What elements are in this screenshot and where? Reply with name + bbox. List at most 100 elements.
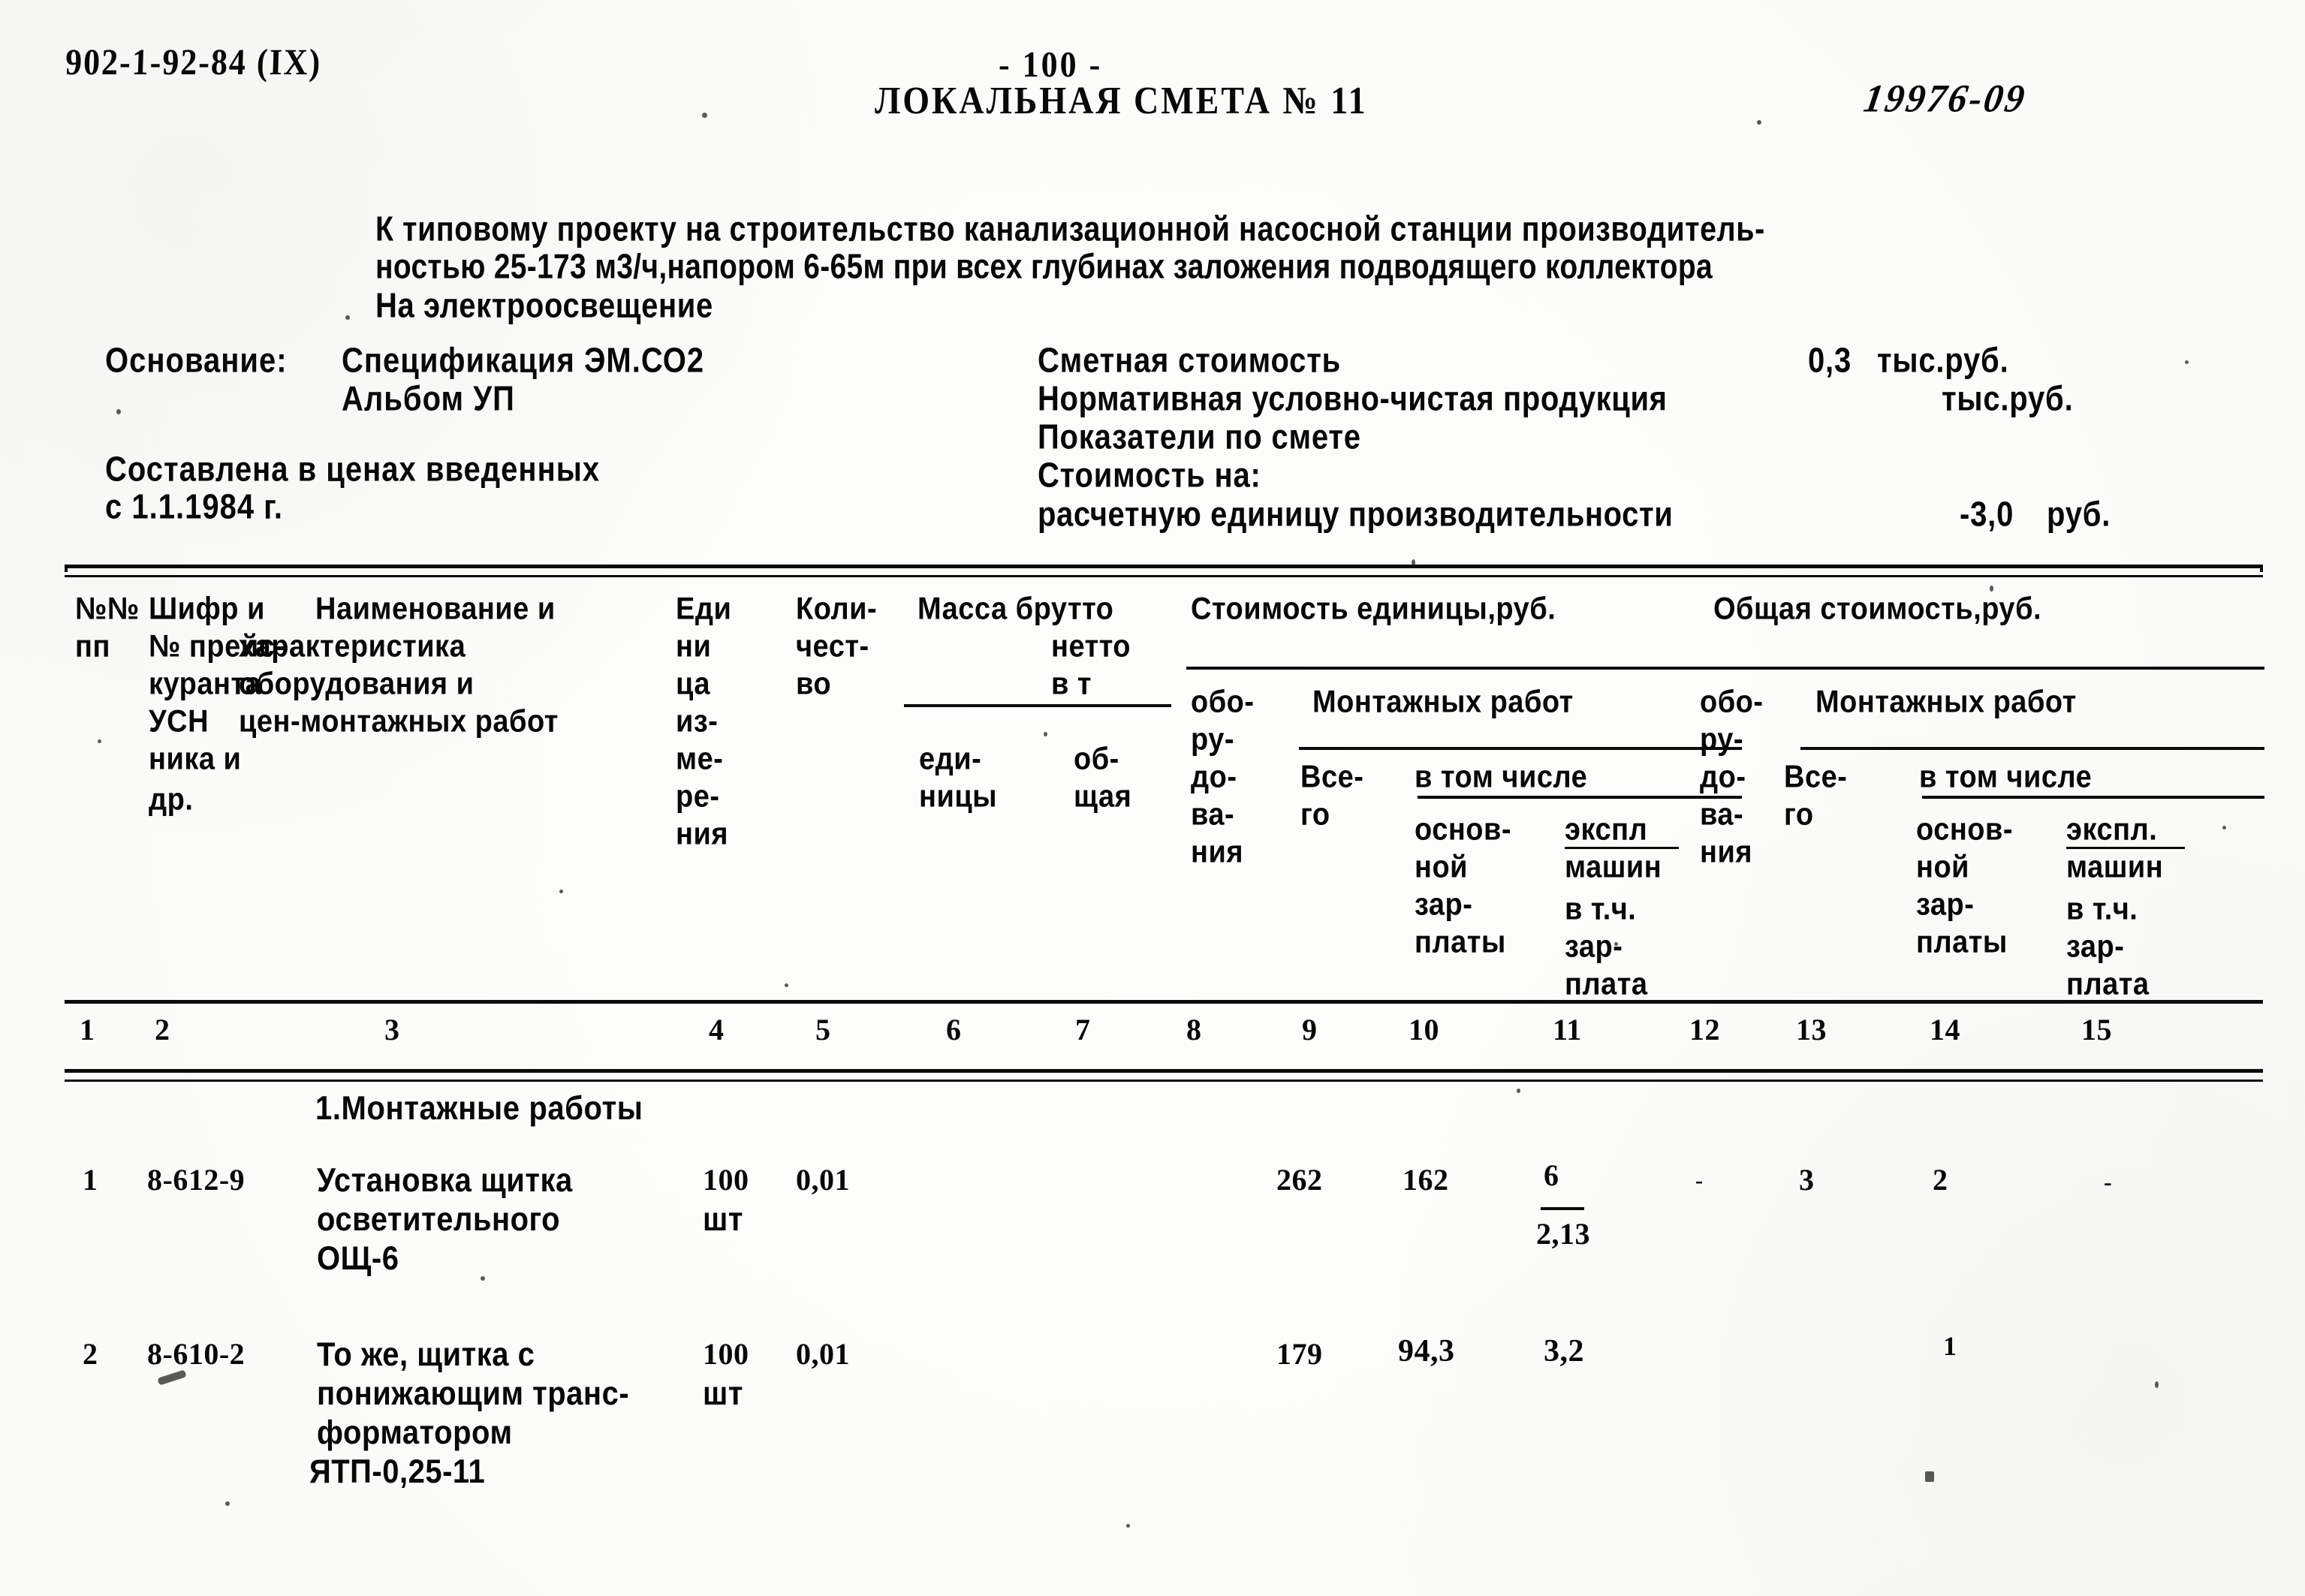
header-col9-line1: го xyxy=(1300,797,1330,833)
total-cost-group-rule xyxy=(1709,667,2264,670)
header-subgroup-total: в том числе xyxy=(1919,760,2093,795)
row-1-col14: 1 xyxy=(1943,1331,1957,1361)
header-col10-line3: платы xyxy=(1415,925,1506,960)
header-col15-line3: зар- xyxy=(2066,929,2125,965)
header-col13-line0: Все- xyxy=(1784,760,1848,795)
stamp-number: 19976-09 xyxy=(1861,76,2030,120)
header-mount-unit-group: Монтажных работ xyxy=(1312,685,1574,720)
header-col3-line1: характеристика xyxy=(239,629,466,664)
row-1-col3-line2: форматором xyxy=(317,1414,513,1452)
header-col6-line0: еди- xyxy=(919,742,982,777)
row-0-col3-line2: ОЩ-6 xyxy=(317,1240,399,1278)
header-col5-line2: во xyxy=(796,667,832,702)
row-0-col13: 3 xyxy=(1799,1163,1815,1197)
header-col11-line1: машин xyxy=(1565,850,1662,885)
row-1-col4-line0: 100 xyxy=(703,1337,749,1371)
colnum-8: 8 xyxy=(1186,1013,1202,1046)
row-0-col1: 1 xyxy=(83,1163,98,1197)
in-which-unit-rule xyxy=(1418,796,1742,799)
row-0-col14: 2 xyxy=(1933,1163,1948,1197)
header-col4-line5: ре- xyxy=(676,779,720,815)
row-1-col2: 8-610-2 xyxy=(147,1337,246,1371)
series-code: 902-1-92-84 (IX) xyxy=(65,41,323,83)
row-0-col5: 0,01 xyxy=(796,1163,850,1197)
summary-label-2: Показатели по смете xyxy=(1038,418,1361,456)
header-col11-line3: зар- xyxy=(1565,929,1623,965)
colnum-12: 12 xyxy=(1689,1013,1720,1046)
section-title: 1.Монтажные работы xyxy=(315,1090,643,1128)
header-col6-line1: ницы xyxy=(919,779,998,815)
basis-album: Альбом УП xyxy=(342,380,515,418)
header-col8-line1: ру- xyxy=(1191,722,1234,757)
mass-group-rule xyxy=(904,704,1171,707)
colnum-7: 7 xyxy=(1075,1013,1091,1046)
row-1-col1: 2 xyxy=(83,1337,98,1371)
header-col1-line1: пп xyxy=(75,629,110,664)
summary-label-1: Нормативная условно-чистая продукция xyxy=(1038,380,1668,418)
header-col12-line1: ру- xyxy=(1700,722,1743,757)
colnum-10: 10 xyxy=(1409,1013,1439,1046)
summary-unit-1: тыс.руб. xyxy=(1942,380,2074,418)
header-col10-line0: основ- xyxy=(1415,812,1512,848)
colnum-9: 9 xyxy=(1302,1013,1318,1046)
header-col14-line1: ной xyxy=(1916,850,1970,885)
summary-label-4: расчетную единицу производительности xyxy=(1038,495,1674,534)
header-subgroup-unit: в том числе xyxy=(1415,760,1588,795)
colnum-top-rule xyxy=(65,1000,2263,1004)
summary-label-3: Стоимость на: xyxy=(1038,456,1261,495)
header-col13-line1: го xyxy=(1784,797,1814,833)
summary-unit-4: руб. xyxy=(2047,495,2111,534)
row-0-col11-fraction-bar xyxy=(1541,1207,1584,1210)
in-which-total-rule xyxy=(1922,796,2264,799)
header-col4-line4: ме- xyxy=(676,742,724,777)
row-0-col2: 8-612-9 xyxy=(147,1163,246,1197)
header-col11-line4: плата xyxy=(1565,967,1648,1002)
colnum-3: 3 xyxy=(384,1013,400,1046)
header-col12-line0: обо- xyxy=(1700,685,1764,720)
summary-value-4: -3,0 xyxy=(1960,495,2014,534)
colnum-bottom-rule xyxy=(65,1069,2263,1073)
row-1-col3-line1: понижающим транс- xyxy=(317,1375,630,1413)
basis-label: Основание: xyxy=(105,342,288,380)
header-col2-line0: Шифр и xyxy=(149,592,265,627)
row-1-col11: 3,2 xyxy=(1544,1334,1584,1369)
header-col7-line0: об- xyxy=(1074,742,1119,777)
row-0-col11-numerator: 6 xyxy=(1544,1158,1559,1192)
header-mass-group-line2: в т xyxy=(1051,667,1092,702)
mount-total-rule xyxy=(1800,747,2264,750)
header-col10-line2: зар- xyxy=(1415,887,1473,923)
row-0-col10: 162 xyxy=(1403,1163,1449,1197)
header-col12-line2: до- xyxy=(1700,760,1746,795)
header-col4-line3: из- xyxy=(676,704,719,739)
row-0-col4-line1: шт xyxy=(703,1201,743,1239)
header-col14-line3: платы xyxy=(1916,925,2008,960)
row-0-col15: - xyxy=(2104,1168,2113,1195)
row-1-col10: 94,3 xyxy=(1398,1334,1455,1369)
prices-intro-line-2: с 1.1.1984 г. xyxy=(105,488,283,526)
row-0-col3-line1: осветительного xyxy=(317,1201,561,1239)
row-1-col3-line3: ЯТП-0,25-11 xyxy=(309,1453,486,1491)
header-col15-line1: машин xyxy=(2066,850,2164,885)
header-col8-line0: обо- xyxy=(1191,685,1255,720)
header-col15-line2: в т.ч. xyxy=(2066,892,2138,927)
header-col3-line3: цен-монтажных работ xyxy=(239,704,559,739)
prices-intro-line-1: Составлена в ценах введенных xyxy=(105,450,601,489)
header-col1-line0: №№ xyxy=(75,592,140,627)
header-col11-line0: экспл xyxy=(1565,812,1648,848)
header-col8-line2: до- xyxy=(1191,760,1237,795)
summary-label-0: Сметная стоимость xyxy=(1038,342,1341,380)
colnum-14: 14 xyxy=(1930,1013,1960,1046)
header-col2-line3: УСН xyxy=(149,704,209,739)
header-mount-total-group: Монтажных работ xyxy=(1815,685,2077,720)
description-line-2: ностью 25-173 м3/ч,напором 6-65м при все… xyxy=(375,248,1713,286)
header-col12-line3: ва- xyxy=(1700,797,1744,833)
header-col10-line1: ной xyxy=(1415,850,1469,885)
table-right-border xyxy=(2260,565,2263,572)
summary-value-0: 0,3 xyxy=(1808,342,1852,380)
description-line-3: На электроосвещение xyxy=(375,287,713,325)
header-col2-line5: др. xyxy=(149,782,194,818)
page-title: ЛОКАЛЬНАЯ СМЕТА № 11 xyxy=(875,79,1368,122)
basis-value: Спецификация ЭМ.СО2 xyxy=(342,342,705,380)
header-col15-line0: экспл. xyxy=(2066,812,2158,848)
header-col8-line4: ния xyxy=(1191,835,1243,870)
